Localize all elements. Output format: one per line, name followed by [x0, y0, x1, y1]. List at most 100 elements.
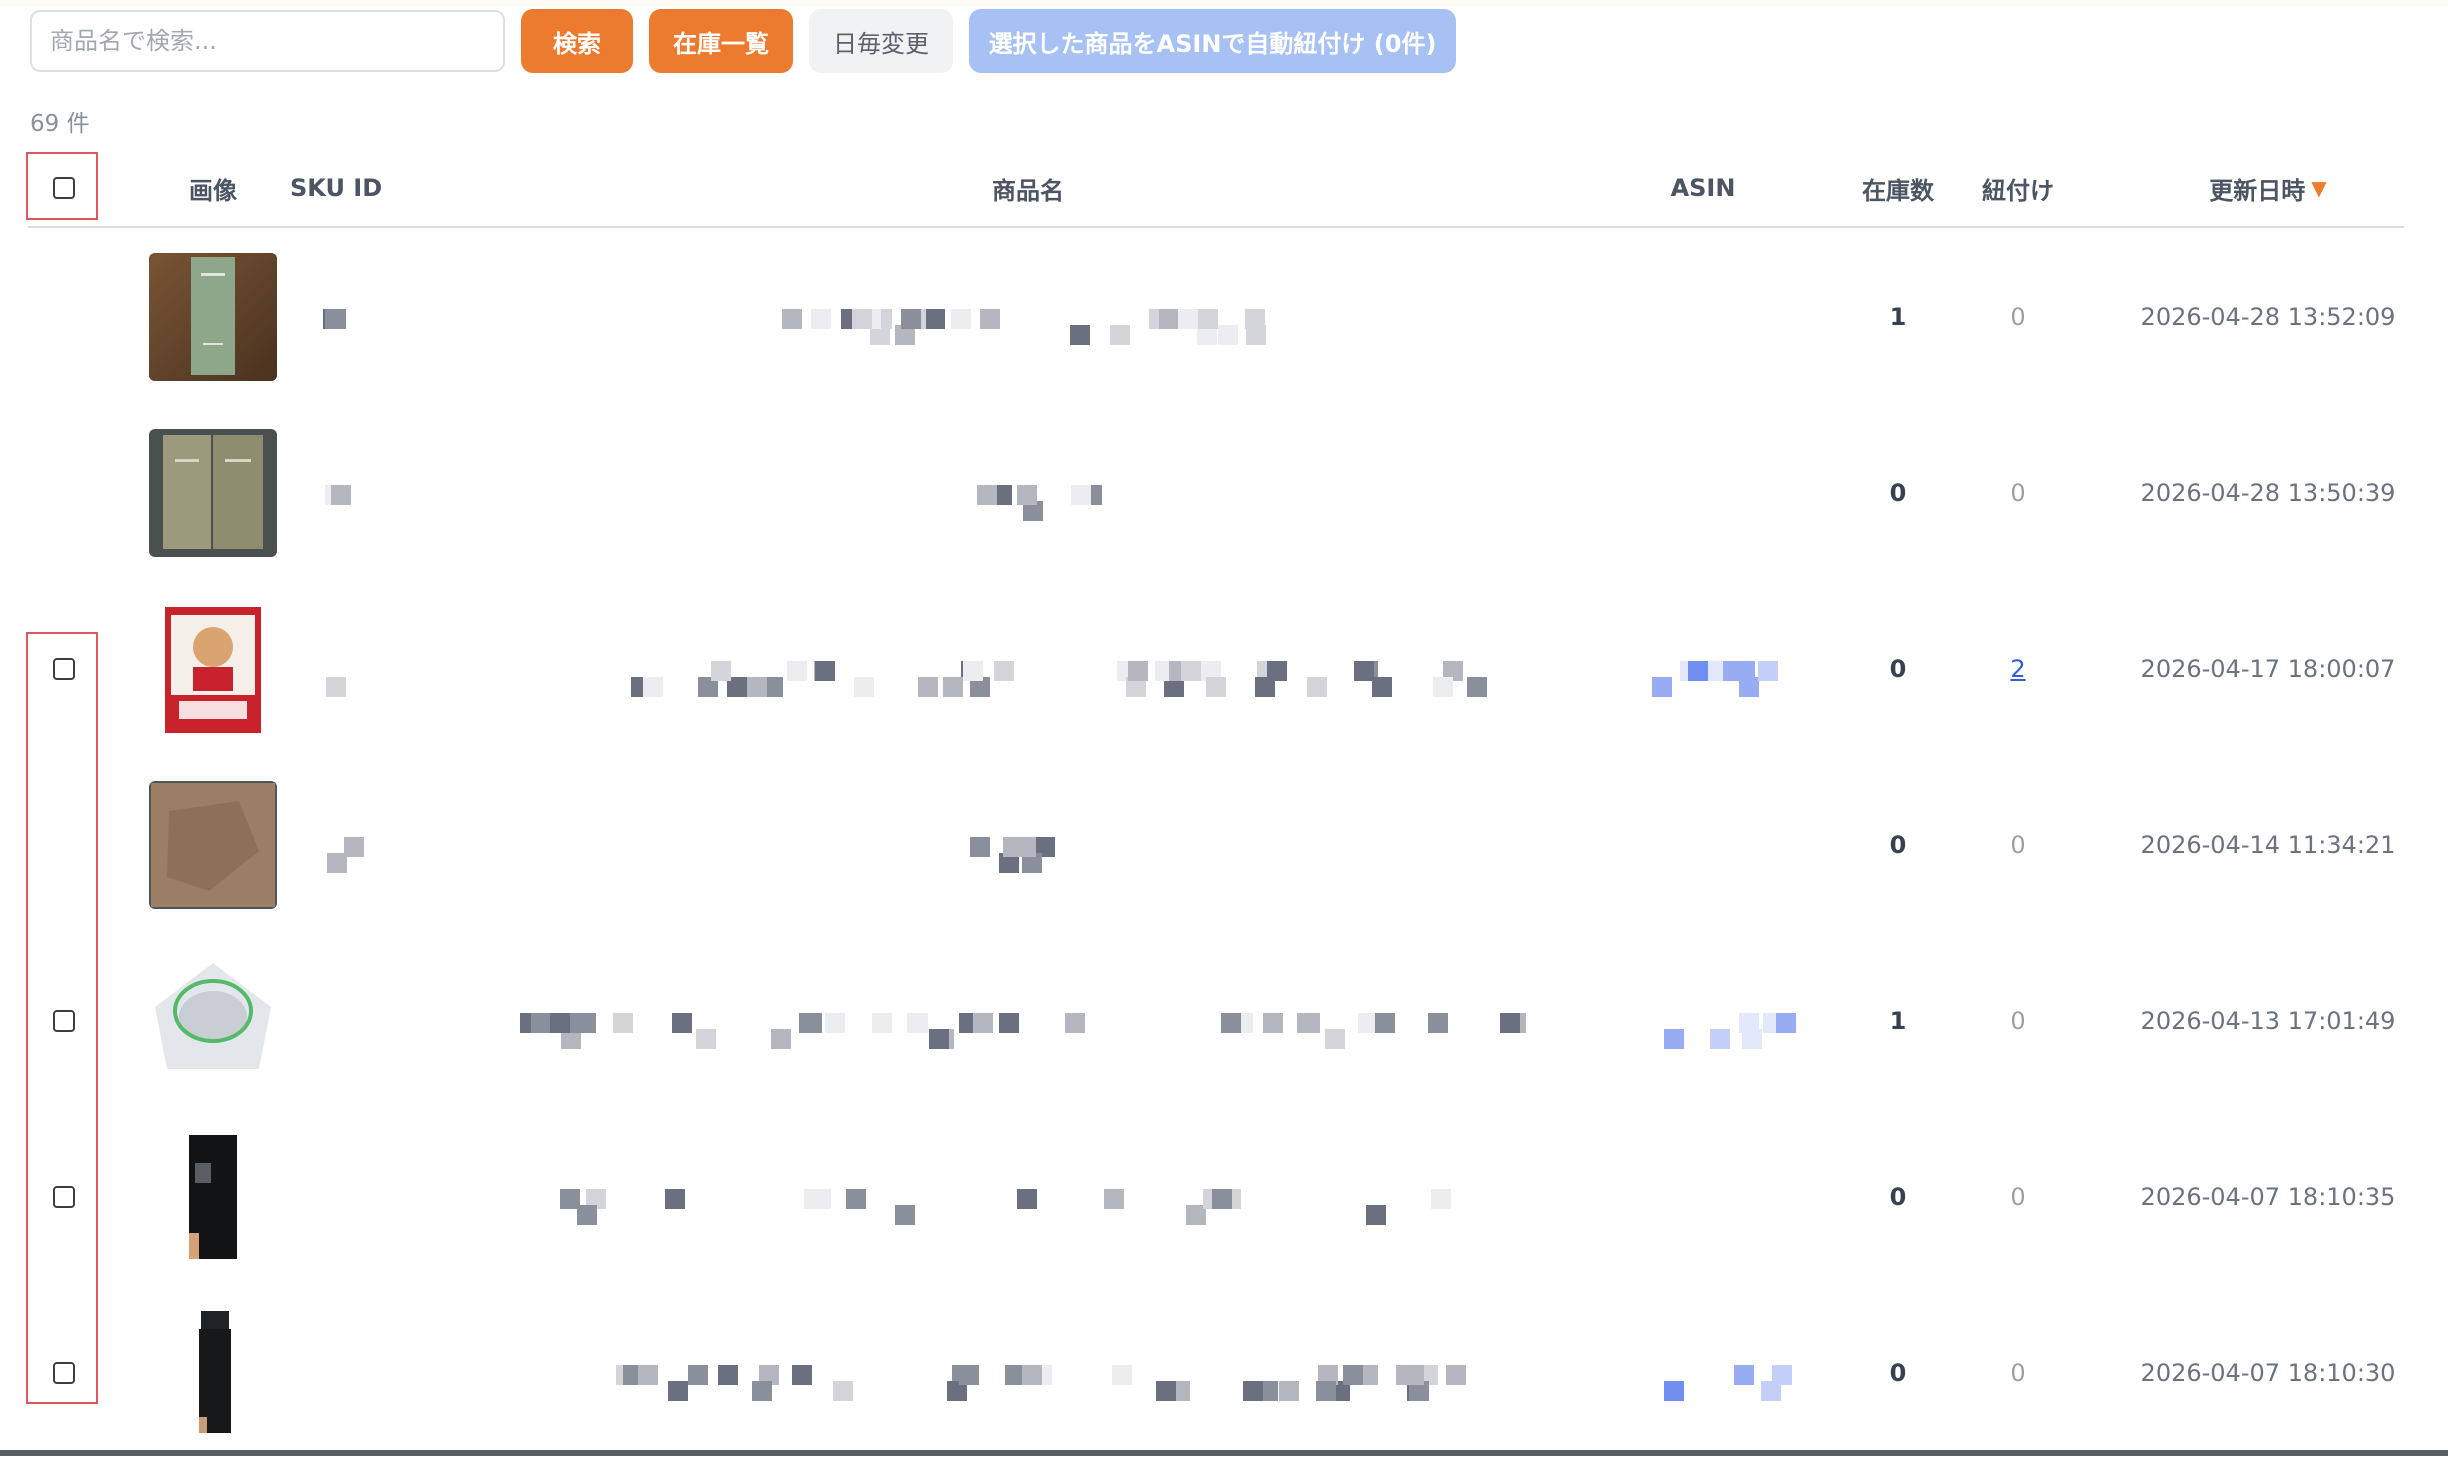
table-row: 0 0 2026-04-07 18:10:30: [28, 1285, 2404, 1461]
product-image-cell: [138, 1109, 288, 1285]
column-header-stock: 在庫数: [1862, 176, 1934, 205]
search-input[interactable]: [30, 10, 505, 72]
product-image-cell: [138, 933, 288, 1109]
redacted-text: [318, 463, 368, 523]
row-checkbox-wrap[interactable]: [46, 651, 82, 687]
sku-cell: [318, 1109, 398, 1285]
updated-datetime: 2026-04-13 17:01:49: [2140, 1007, 2396, 1035]
select-all-checkbox-wrap[interactable]: [46, 170, 82, 206]
product-image-cell: [138, 757, 288, 933]
product-image-cell: [138, 581, 288, 757]
search-button[interactable]: 検索: [521, 9, 633, 73]
linked-count: 0: [2010, 1007, 2026, 1035]
redacted-text: [968, 815, 1108, 875]
select-all-checkbox[interactable]: [53, 177, 75, 199]
updated-datetime: 2026-04-07 18:10:35: [2140, 1183, 2396, 1211]
product-name-cell: [468, 1285, 1608, 1461]
redacted-text: [608, 1343, 1468, 1403]
linked-count-cell: 2: [1948, 581, 2088, 757]
product-thumbnail[interactable]: [149, 1309, 277, 1437]
linked-count-link[interactable]: 2: [2010, 655, 2025, 683]
toolbar: 検索 在庫一覧 日毎変更 選択した商品をASINで自動紐付け (0件): [30, 8, 1456, 74]
stock-count: 1: [1889, 303, 1907, 331]
redacted-text: [558, 639, 1518, 699]
sku-cell: [318, 933, 398, 1109]
result-count: 69 件: [30, 111, 90, 137]
row-checkbox-wrap[interactable]: [46, 1355, 82, 1391]
linked-count-cell: 0: [1948, 229, 2088, 405]
stock-count: 0: [1889, 831, 1907, 859]
row-checkbox[interactable]: [53, 1010, 75, 1032]
table-row: 0 0 2026-04-07 18:10:35: [28, 1109, 2404, 1285]
updated-datetime: 2026-04-28 13:50:39: [2140, 479, 2396, 507]
row-checkbox[interactable]: [53, 1362, 75, 1384]
asin-cell: [1628, 933, 1828, 1109]
stock-count: 0: [1889, 1183, 1907, 1211]
stock-count: 0: [1889, 479, 1907, 507]
product-image-cell: [138, 229, 288, 405]
updated-datetime: 2026-04-07 18:10:30: [2140, 1359, 2396, 1387]
product-thumbnail[interactable]: [149, 253, 277, 381]
column-header-name: 商品名: [992, 176, 1064, 205]
sku-cell: [318, 581, 398, 757]
table-row: 1 0 2026-04-13 17:01:49: [28, 933, 2404, 1109]
redacted-text: [318, 639, 368, 699]
redacted-text: [1648, 639, 1808, 699]
asin-cell: [1628, 405, 1828, 581]
row-checkbox-wrap[interactable]: [46, 1003, 82, 1039]
product-thumbnail[interactable]: [149, 605, 277, 733]
product-thumbnail[interactable]: [149, 1133, 277, 1261]
row-checkbox-wrap[interactable]: [46, 1179, 82, 1215]
table-row: 0 0 2026-04-14 11:34:21: [28, 757, 2404, 933]
linked-count: 0: [2010, 831, 2026, 859]
daily-change-button[interactable]: 日毎変更: [809, 9, 953, 73]
sort-desc-icon: ▼: [2311, 176, 2327, 200]
page-bottom-edge: [0, 1450, 2448, 1456]
product-name-cell: [468, 1109, 1608, 1285]
updated-datetime: 2026-04-14 11:34:21: [2140, 831, 2396, 859]
asin-cell: [1628, 581, 1828, 757]
row-checkbox[interactable]: [53, 1186, 75, 1208]
linked-count-cell: 0: [1948, 933, 2088, 1109]
linked-count: 0: [2010, 1183, 2026, 1211]
linked-count-cell: 0: [1948, 757, 2088, 933]
product-thumbnail[interactable]: [149, 781, 277, 909]
asin-cell: [1628, 1109, 1828, 1285]
table-row: 1 0 2026-04-28 13:52:09: [28, 229, 2404, 405]
column-header-updated[interactable]: 更新日時 ▼: [2108, 150, 2428, 226]
linked-count: 0: [2010, 479, 2026, 507]
redacted-text: [778, 287, 1298, 347]
product-image-cell: [138, 405, 288, 581]
redacted-text: [558, 1167, 1518, 1227]
asin-cell: [1628, 757, 1828, 933]
redacted-text: [318, 287, 368, 347]
product-thumbnail[interactable]: [149, 957, 277, 1085]
linked-count: 0: [2010, 1359, 2026, 1387]
product-name-cell: [468, 933, 1608, 1109]
product-image-cell: [138, 1285, 288, 1461]
redacted-text: [958, 463, 1118, 523]
redacted-text: [1648, 991, 1808, 1051]
table-header: 画像 SKU ID 商品名 ASIN 在庫数 紐付け 更新日時 ▼: [28, 150, 2404, 228]
redacted-text: [318, 815, 368, 875]
product-thumbnail[interactable]: [149, 429, 277, 557]
sku-cell: [318, 405, 398, 581]
table-row: 0 2 2026-04-17 18:00:07: [28, 581, 2404, 757]
table-row: 0 0 2026-04-28 13:50:39: [28, 405, 2404, 581]
asin-cell: [1628, 1285, 1828, 1461]
auto-link-asin-button[interactable]: 選択した商品をASINで自動紐付け (0件): [969, 9, 1456, 73]
stock-count: 1: [1889, 1007, 1907, 1035]
product-name-cell: [468, 757, 1608, 933]
product-name-cell: [468, 229, 1608, 405]
redacted-text: [1648, 1343, 1808, 1403]
column-header-asin: ASIN: [1670, 174, 1736, 202]
stock-list-button[interactable]: 在庫一覧: [649, 9, 793, 73]
product-name-cell: [468, 405, 1608, 581]
column-header-sku: SKU ID: [290, 174, 383, 202]
stock-count: 0: [1889, 1359, 1907, 1387]
column-header-linked: 紐付け: [1982, 176, 2054, 205]
linked-count: 0: [2010, 303, 2026, 331]
asin-cell: [1628, 229, 1828, 405]
product-name-cell: [468, 581, 1608, 757]
row-checkbox[interactable]: [53, 658, 75, 680]
